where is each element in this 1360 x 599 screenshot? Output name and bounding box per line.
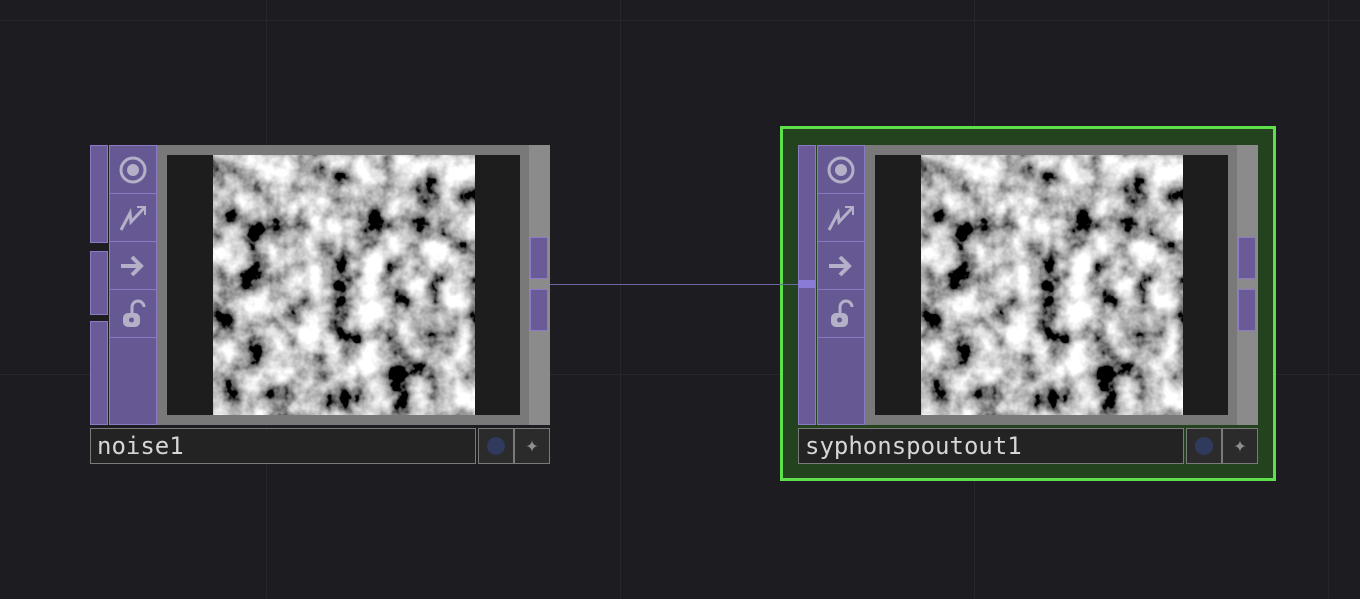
node-name-label[interactable]: syphonspoutout1 bbox=[798, 428, 1184, 464]
input-connector[interactable] bbox=[90, 145, 108, 243]
star-icon: ✦ bbox=[1233, 433, 1247, 458]
viewer-toggle-button[interactable] bbox=[1186, 428, 1222, 464]
cook-flag-icon[interactable] bbox=[818, 194, 864, 242]
viewer-flag-icon[interactable] bbox=[110, 146, 156, 194]
lock-icon[interactable] bbox=[110, 290, 156, 338]
node-name-label[interactable]: noise1 bbox=[90, 428, 476, 464]
grid-line bbox=[1328, 0, 1329, 599]
grid-line bbox=[0, 20, 1360, 21]
noise-preview[interactable] bbox=[167, 155, 520, 415]
input-connector[interactable] bbox=[90, 321, 108, 425]
flag-column bbox=[109, 145, 157, 425]
input-connector[interactable] bbox=[90, 251, 108, 315]
display-flag-button[interactable]: ✦ bbox=[1222, 428, 1258, 464]
output-connector[interactable] bbox=[530, 237, 548, 279]
node-viewer-frame bbox=[157, 145, 530, 425]
input-connectors bbox=[90, 145, 108, 425]
flag-column bbox=[817, 145, 865, 425]
active-input-marker bbox=[798, 280, 816, 288]
output-preview[interactable] bbox=[875, 155, 1228, 415]
dot-icon bbox=[1195, 437, 1213, 455]
viewer-toggle-button[interactable] bbox=[478, 428, 514, 464]
export-flag-icon[interactable] bbox=[110, 242, 156, 290]
cook-flag-icon[interactable] bbox=[110, 194, 156, 242]
output-connector[interactable] bbox=[1238, 289, 1256, 331]
dot-icon bbox=[487, 437, 505, 455]
output-connectors bbox=[1237, 145, 1258, 425]
input-connectors bbox=[798, 145, 816, 425]
export-flag-icon[interactable] bbox=[818, 242, 864, 290]
output-connector[interactable] bbox=[1238, 237, 1256, 279]
output-connector[interactable] bbox=[530, 289, 548, 331]
lock-icon[interactable] bbox=[818, 290, 864, 338]
display-flag-button[interactable]: ✦ bbox=[514, 428, 550, 464]
connection-wire[interactable] bbox=[550, 284, 798, 285]
node-syphonspoutout1[interactable]: syphonspoutout1 ✦ bbox=[798, 145, 1258, 465]
output-connectors bbox=[529, 145, 550, 425]
node-noise1[interactable]: noise1 ✦ bbox=[90, 145, 550, 465]
grid-line bbox=[620, 0, 621, 599]
node-viewer-frame bbox=[865, 145, 1238, 425]
viewer-flag-icon[interactable] bbox=[818, 146, 864, 194]
star-icon: ✦ bbox=[525, 433, 539, 458]
